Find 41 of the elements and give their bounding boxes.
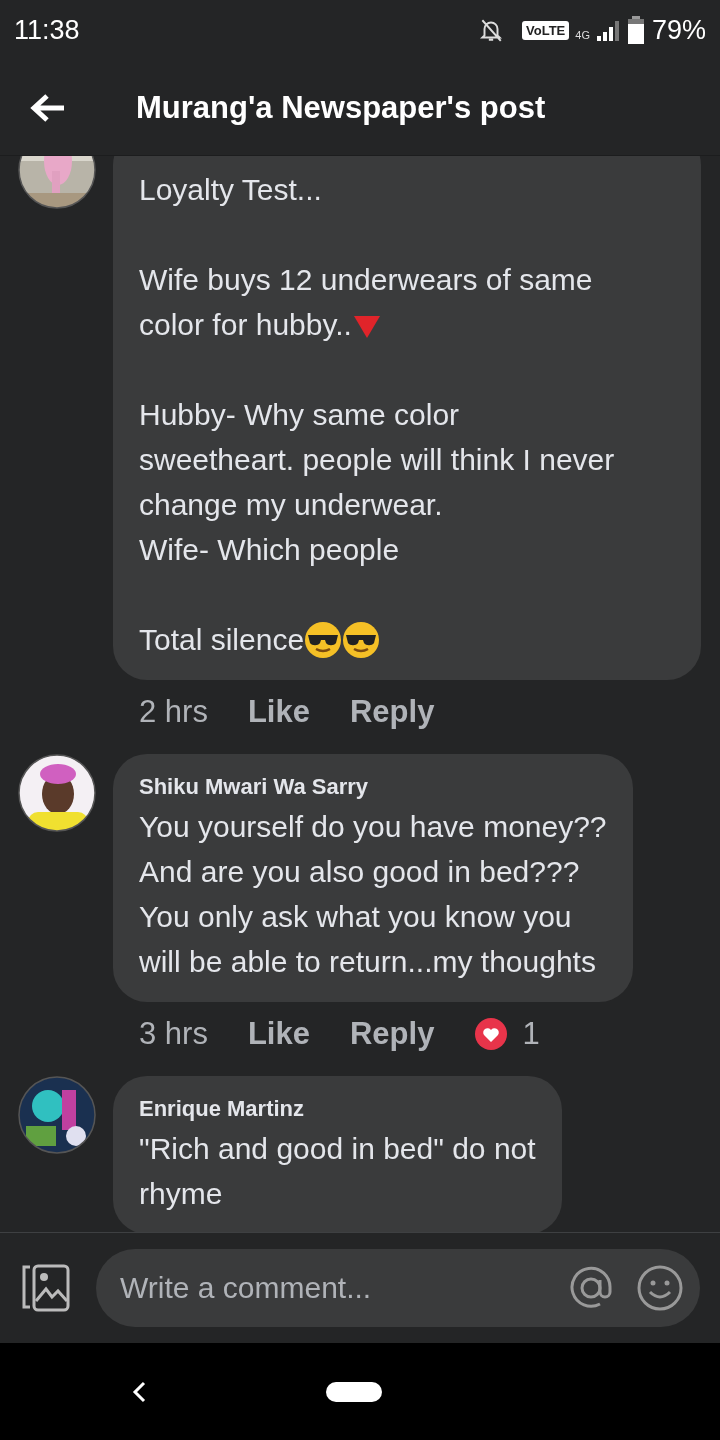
muted-bell-icon (478, 17, 504, 43)
status-time: 11:38 (14, 14, 80, 46)
reply-link[interactable]: Reply (349, 1016, 435, 1052)
comment-text: Loyalty Test... (139, 172, 322, 208)
signal-icon (595, 19, 622, 41)
battery-icon (627, 16, 644, 44)
comment-field[interactable]: Write a comment... (96, 1249, 700, 1327)
comment-text: You yourself do you have money?? (139, 809, 607, 845)
reaction-count: 1 (522, 1016, 540, 1052)
comment-text: sweetheart. people will think I never (139, 442, 615, 478)
sunglasses-face-icon (304, 620, 343, 659)
comment-text: Wife buys 12 underwears of same (139, 262, 593, 298)
comment-time: 3 hrs (139, 1016, 208, 1052)
comment-text: "Rich and good in bed" do not (139, 1131, 536, 1167)
home-button[interactable] (326, 1381, 382, 1402)
comment-text: color for hubby.. (139, 307, 352, 343)
emoji-icon[interactable] (636, 1264, 684, 1312)
comment-input[interactable]: Write a comment... (118, 1270, 546, 1306)
like-link[interactable]: Like (247, 694, 310, 730)
heart-reaction-icon (474, 1017, 509, 1051)
commenter-name[interactable]: Shiku Mwari Wa Sarry (139, 774, 607, 800)
volte-badge: VoLTE (522, 20, 570, 40)
comment-text: You only ask what you know you (139, 899, 572, 935)
comment-text: And are you also good in bed??? (139, 854, 580, 890)
commenter-name[interactable]: Enrique Martinz (139, 1096, 536, 1122)
comment-time: 2 hrs (139, 694, 208, 730)
comment-text: Hubby- Why same color (139, 397, 460, 433)
post-title: Murang'a Newspaper's post (136, 89, 546, 126)
back-icon[interactable] (30, 92, 66, 123)
photo-icon[interactable] (20, 1263, 72, 1313)
comment-text: Total silence (139, 622, 305, 658)
comment-text: change my underwear. (139, 487, 443, 523)
battery-percent: 79% (651, 14, 706, 46)
comment-text: will be able to return...my thoughts (139, 944, 596, 980)
back-nav-icon[interactable] (132, 1380, 146, 1403)
like-link[interactable]: Like (247, 1016, 310, 1052)
comment-text: Wife- Which people (139, 532, 400, 568)
comment-text: rhyme (139, 1176, 223, 1212)
sunglasses-face-icon (342, 620, 381, 659)
reply-link[interactable]: Reply (349, 694, 435, 730)
network-type: 4G (575, 28, 590, 41)
